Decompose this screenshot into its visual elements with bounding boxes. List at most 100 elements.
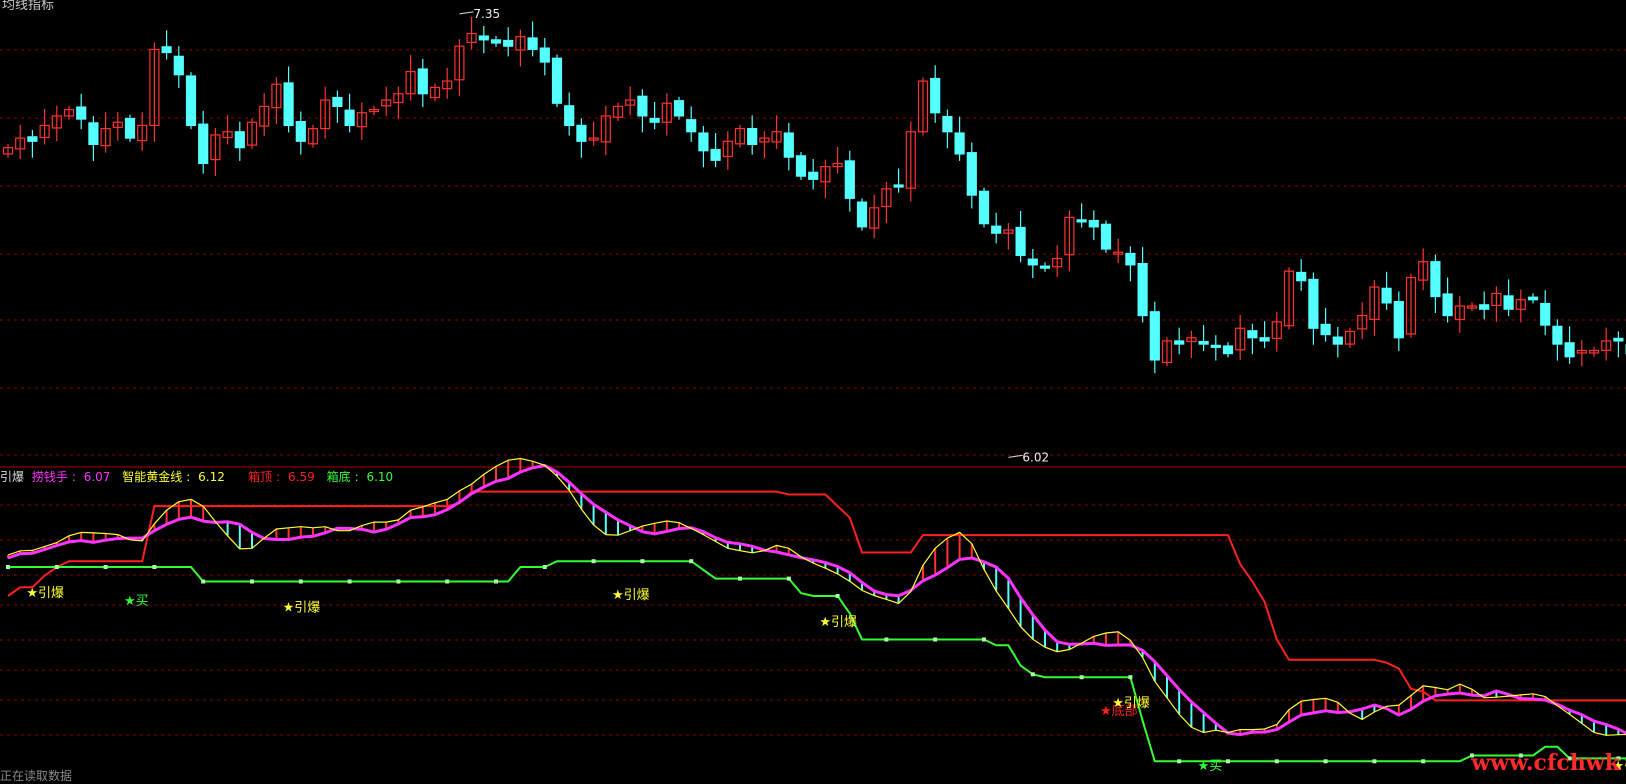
- legend-label: 箱顶: [248, 470, 272, 484]
- candle-body: [858, 202, 867, 227]
- box-bottom-dot: [396, 580, 400, 584]
- candle: [1553, 319, 1562, 360]
- candle: [858, 198, 867, 230]
- candle: [52, 106, 61, 141]
- candle: [1321, 308, 1330, 342]
- candle: [1614, 331, 1623, 357]
- legend-value: 6.07: [84, 470, 111, 484]
- candle-body: [1321, 324, 1330, 334]
- candle-body: [1224, 346, 1233, 354]
- candle-body: [333, 98, 342, 107]
- candle: [821, 160, 830, 199]
- candle-body: [1541, 304, 1550, 326]
- candle: [1236, 315, 1245, 360]
- candle: [1150, 302, 1159, 374]
- candle: [687, 106, 696, 141]
- candle: [235, 122, 244, 161]
- legend-value: 6.10: [366, 470, 393, 484]
- candle: [992, 213, 1001, 243]
- candle: [1053, 245, 1062, 277]
- candle-body: [1041, 266, 1050, 268]
- candle: [809, 159, 818, 189]
- candle-body: [1089, 220, 1098, 226]
- candle-body: [492, 40, 501, 43]
- golden-line: [8, 459, 1626, 736]
- candle-body: [1394, 302, 1403, 338]
- candle: [1565, 326, 1574, 363]
- candle-body: [187, 76, 196, 125]
- legend-value: 6.59: [288, 470, 315, 484]
- candle: [370, 106, 379, 116]
- candle-body: [1309, 279, 1318, 328]
- candle: [1516, 290, 1525, 323]
- box-bottom-dot: [738, 577, 742, 581]
- candle: [455, 39, 464, 96]
- candle-body: [980, 191, 989, 223]
- signal-label: ★引爆: [612, 588, 650, 603]
- candle: [309, 125, 318, 148]
- candle-body: [943, 117, 952, 132]
- box-bottom-dot: [1372, 759, 1376, 763]
- candle: [77, 94, 86, 129]
- candle: [418, 59, 427, 107]
- box-bottom-dot: [933, 638, 937, 642]
- candle-body: [1443, 294, 1452, 316]
- candle-body: [748, 129, 757, 145]
- candle-body: [418, 69, 427, 94]
- box-bottom-dot: [299, 580, 303, 584]
- candle: [1199, 325, 1208, 351]
- candle-body: [687, 120, 696, 132]
- candle: [1394, 291, 1403, 351]
- box-bottom-dot: [348, 580, 352, 584]
- candle-body: [1565, 343, 1574, 357]
- candle: [1163, 337, 1172, 366]
- candle: [504, 27, 513, 56]
- candle: [1492, 286, 1501, 321]
- legend-label: 箱底: [327, 470, 351, 484]
- candle: [321, 87, 330, 139]
- box-bottom-dot: [787, 577, 791, 581]
- candle: [16, 125, 25, 159]
- candle: [431, 84, 440, 102]
- box-bottom-dot: [201, 580, 205, 584]
- candle: [333, 91, 342, 123]
- candle: [101, 112, 110, 153]
- candle: [479, 26, 488, 53]
- candle-body: [284, 83, 293, 125]
- annotation-pointer: [1008, 455, 1022, 457]
- candle-body: [162, 47, 171, 53]
- candle: [1480, 291, 1489, 319]
- candle-body: [89, 123, 98, 145]
- candle: [797, 152, 806, 180]
- candle-body: [650, 118, 659, 122]
- candle: [1187, 331, 1196, 358]
- candle-body: [77, 107, 86, 119]
- candle: [1346, 328, 1355, 348]
- candle: [553, 54, 562, 107]
- box-bottom-dot: [592, 559, 596, 563]
- box-bottom-dot: [445, 580, 449, 584]
- candle-body: [1248, 331, 1257, 338]
- candle: [540, 38, 549, 75]
- stock-chart: 7.356.02 ★引爆★买★引爆★引爆★引爆★底部★引爆★买★引爆: [0, 0, 1626, 778]
- candle-body: [784, 133, 793, 157]
- candle: [1602, 328, 1611, 361]
- candle-body: [797, 156, 806, 176]
- candle: [919, 77, 928, 135]
- candle-body: [1504, 296, 1513, 309]
- laoqianshou-line: [8, 466, 1626, 750]
- signal-label: ★引爆: [1112, 696, 1150, 711]
- box-bottom-dot: [1128, 675, 1132, 679]
- candle: [711, 133, 720, 167]
- candle: [1309, 272, 1318, 344]
- candle-body: [1126, 253, 1135, 264]
- box-bottom-dot: [1226, 759, 1230, 763]
- legend-item-box-bottom: 箱底: 6.10: [327, 470, 398, 484]
- candle: [382, 87, 391, 116]
- watermark: www.cfchwk: [1471, 750, 1620, 776]
- candle-body: [1553, 326, 1562, 344]
- candle: [260, 93, 269, 136]
- candle: [394, 87, 403, 119]
- candle: [1590, 347, 1599, 357]
- candle: [4, 144, 13, 158]
